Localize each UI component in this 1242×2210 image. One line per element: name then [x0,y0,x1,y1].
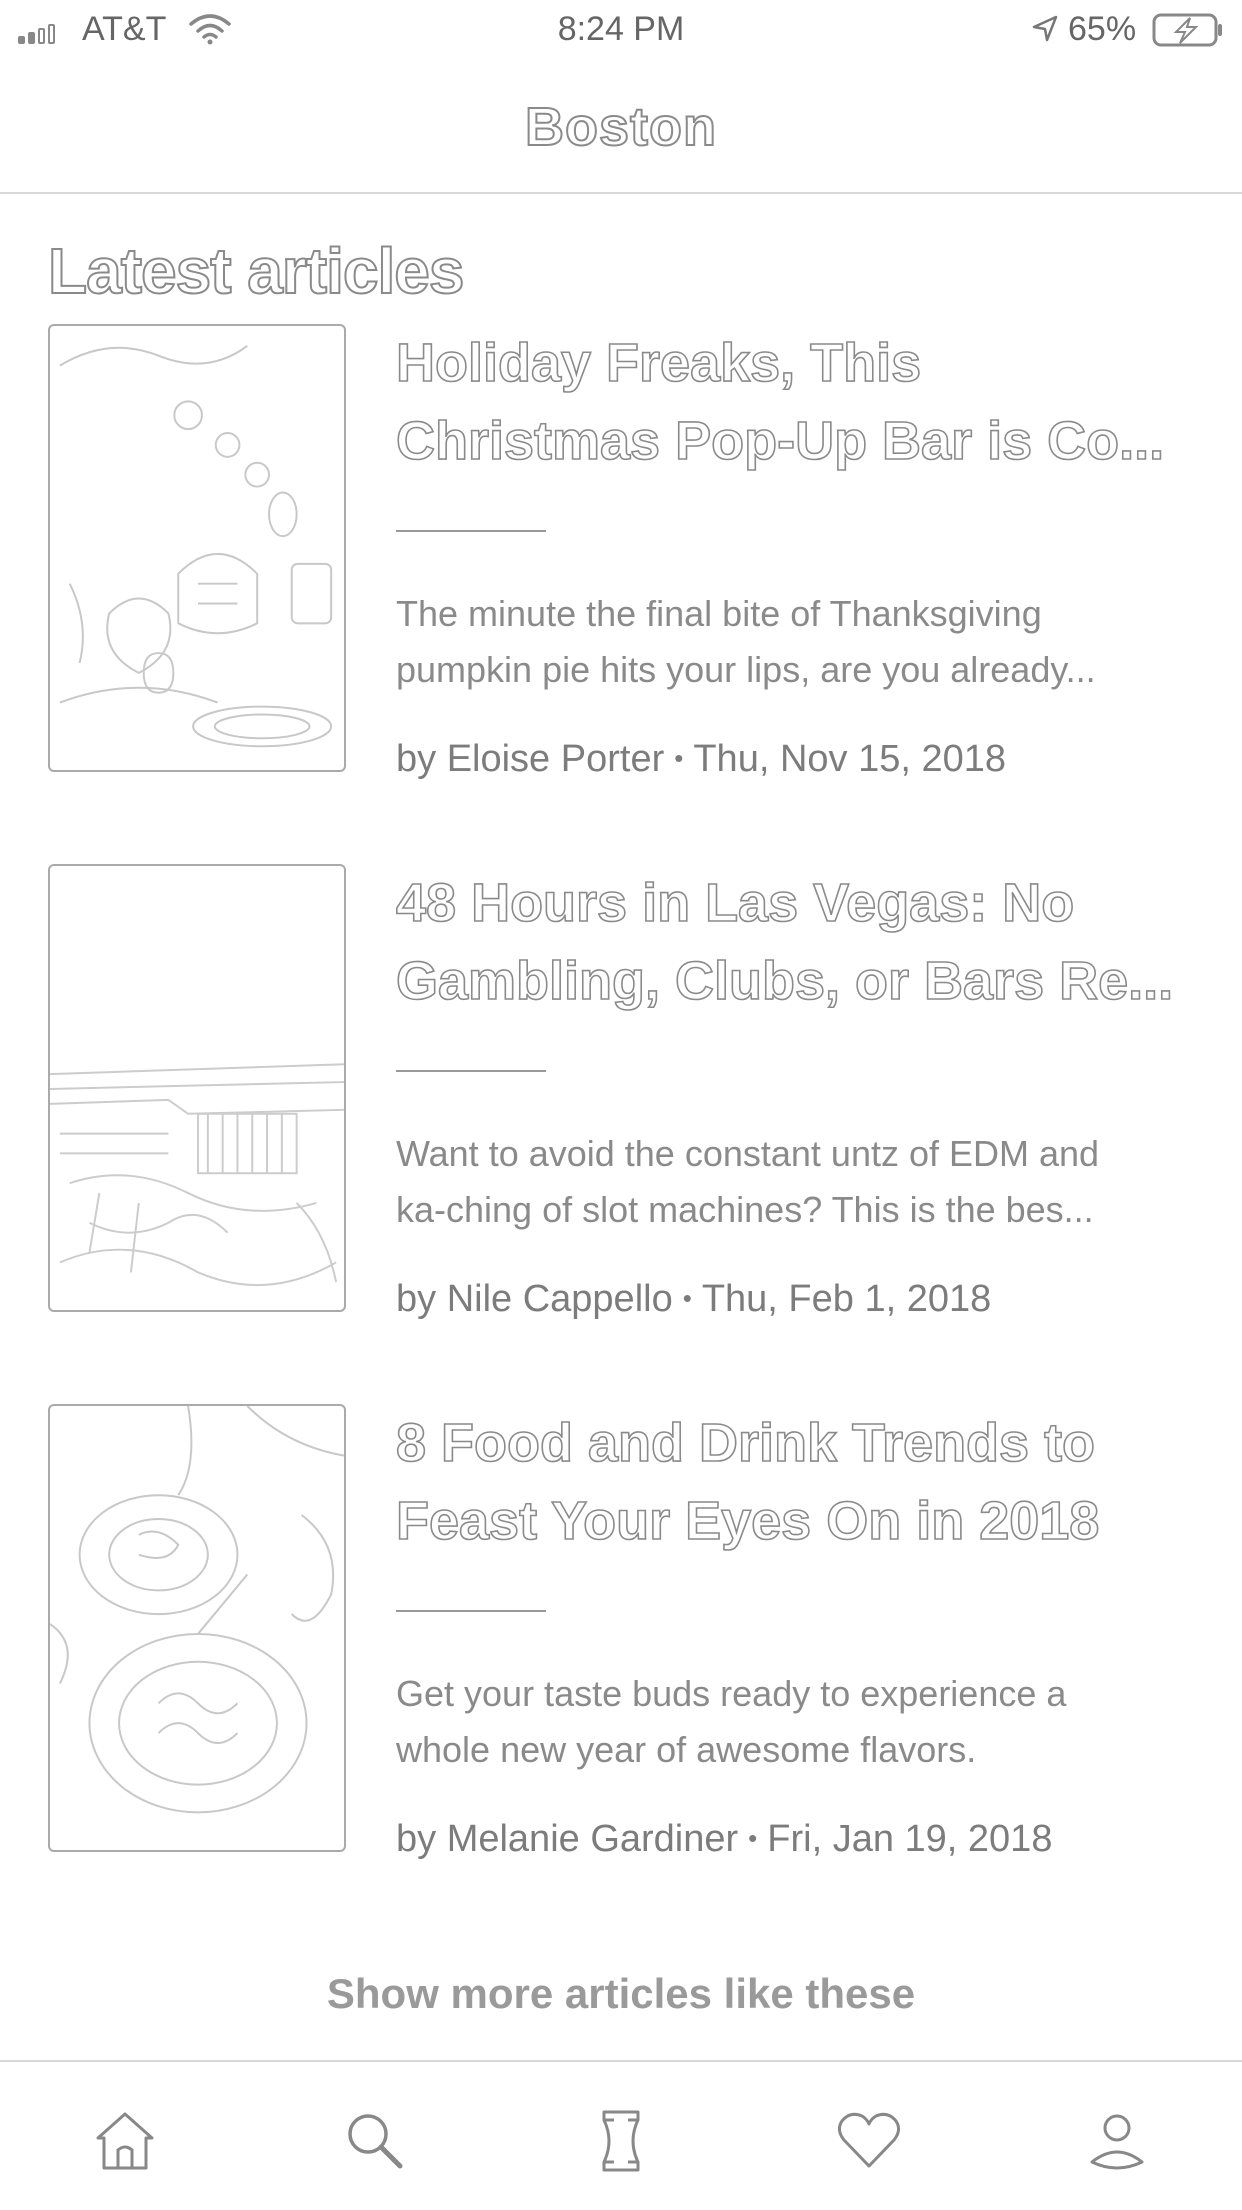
article-date: Thu, Feb 1, 2018 [701,1278,992,1320]
article-thumbnail-image[interactable] [48,864,346,1312]
article-card[interactable]: 48 Hours in Las Vegas: No Gambling, Club… [0,864,1242,1364]
home-icon[interactable] [90,2106,160,2176]
meta-separator: • [748,1823,758,1853]
show-more-articles-button[interactable]: Show more articles like these [0,1970,1242,2018]
article-byline: by Eloise Porter • Thu, Nov 15, 2018 [396,738,1006,781]
navigation-header: Boston [0,60,1242,194]
article-date: Thu, Nov 15, 2018 [693,738,1006,780]
search-icon[interactable] [340,2106,410,2176]
divider [396,1070,546,1072]
section-heading: Latest articles [47,234,465,308]
article-description: Get your taste buds ready to experience … [396,1673,1067,1770]
article-author: by Melanie Gardiner [396,1818,739,1860]
article-card[interactable]: 8 Food and Drink Trends to Feast Your Ey… [0,1404,1242,1904]
article-title[interactable]: Holiday Freaks, This Christmas Pop-Up Ba… [395,324,1206,480]
article-title[interactable]: 48 Hours in Las Vegas: No Gambling, Club… [395,864,1206,1020]
article-author: by Nile Cappello [396,1278,673,1320]
article-title[interactable]: 8 Food and Drink Trends to Feast Your Ey… [395,1404,1206,1560]
profile-icon[interactable] [1082,2106,1152,2176]
article-thumbnail-image[interactable] [48,324,346,772]
divider [396,530,546,532]
status-bar: AT&T 8:24 PM 65% [0,0,1242,60]
article-author: by Eloise Porter [396,738,665,780]
article-date: Fri, Jan 19, 2018 [767,1818,1053,1860]
page-title: Boston [524,96,717,158]
location-arrow-icon [1032,15,1058,42]
article-byline: by Nile Cappello • Thu, Feb 1, 2018 [396,1278,991,1321]
article-description: Want to avoid the constant untz of EDM a… [396,1133,1100,1230]
trips-icon[interactable] [586,2106,656,2176]
article-card[interactable]: Holiday Freaks, This Christmas Pop-Up Ba… [0,324,1242,824]
meta-separator: • [682,1283,692,1313]
battery-percentage: 65% [1068,10,1137,48]
meta-separator: • [674,743,684,773]
article-description: The minute the final bite of Thanksgivin… [396,593,1096,690]
article-byline: by Melanie Gardiner • Fri, Jan 19, 2018 [396,1818,1052,1861]
article-thumbnail-image[interactable] [48,1404,346,1852]
divider [396,1610,546,1612]
tab-bar [0,2060,1242,2210]
battery-charging-icon [1152,13,1222,47]
heart-icon[interactable] [834,2106,904,2176]
